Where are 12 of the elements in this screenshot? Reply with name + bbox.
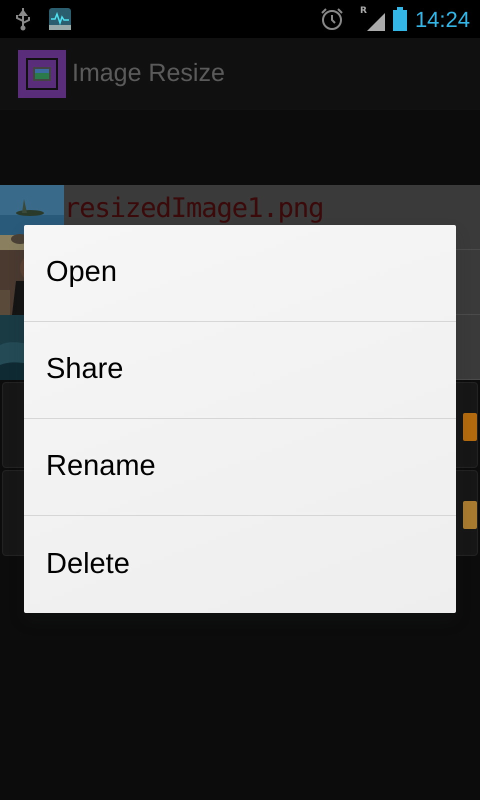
app-icon — [18, 50, 66, 98]
roaming-label: R — [360, 7, 367, 16]
menu-item[interactable]: Share — [24, 322, 456, 419]
usb-icon — [14, 7, 32, 31]
menu-item[interactable]: Open — [24, 225, 456, 322]
menu-item[interactable]: Rename — [24, 419, 456, 516]
alarm-icon — [320, 7, 344, 31]
monitor-icon — [48, 7, 72, 31]
battery-icon — [392, 7, 407, 31]
app-title: Image Resize — [72, 58, 225, 90]
menu-item[interactable]: Delete — [24, 516, 456, 613]
status-time: 14:24 — [414, 6, 470, 34]
